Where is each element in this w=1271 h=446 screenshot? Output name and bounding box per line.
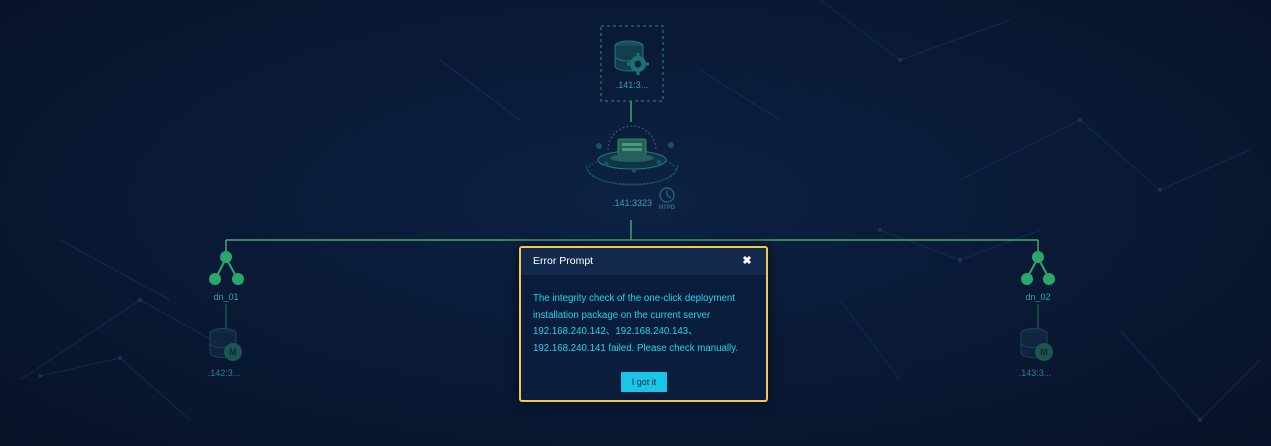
- close-icon[interactable]: ✖: [742, 256, 752, 267]
- clock-icon: [659, 187, 675, 203]
- database-gear-icon: [614, 40, 649, 75]
- message-line: installation package on the current serv…: [533, 309, 711, 321]
- dialog-title: Error Prompt: [533, 255, 594, 267]
- coordinator-node-label: .141:3323: [611, 198, 653, 208]
- gtm-node-label: .141:3...: [615, 80, 649, 90]
- datanode-name-dn_02: dn_02: [1025, 292, 1051, 302]
- master-node-label-dn_01: .142:3...: [207, 368, 241, 378]
- ntpd-badge: NTPD: [658, 205, 676, 211]
- branch-node-icon: [1021, 251, 1055, 285]
- datanode-name-dn_01: dn_01: [213, 292, 239, 302]
- master-badge-label: M: [229, 347, 237, 357]
- message-line: 192.168.240.142、192.168.240.143、: [533, 326, 698, 337]
- coordinator-node[interactable]: [585, 125, 679, 203]
- error-dialog: Error Prompt ✖ The integrity check of th…: [519, 246, 768, 402]
- message-line: 192.168.240.141 failed. Please check man…: [533, 342, 739, 354]
- message-line: The integrity check of the one-click dep…: [533, 293, 735, 304]
- coordinator-node-icon: [585, 125, 679, 186]
- branch-node-icon: [209, 251, 244, 285]
- datanode-dn_01[interactable]: [209, 251, 244, 285]
- master-node-label-dn_02: .143:3...: [1018, 368, 1052, 378]
- dialog-header: Error Prompt ✖: [521, 248, 766, 275]
- master-badge-label: M: [1040, 347, 1048, 357]
- got-it-button[interactable]: I got it: [621, 372, 667, 392]
- topology-links: [225, 101, 1039, 254]
- dialog-message: The integrity check of the one-click dep…: [533, 291, 759, 357]
- datanode-dn_02[interactable]: [1021, 251, 1055, 285]
